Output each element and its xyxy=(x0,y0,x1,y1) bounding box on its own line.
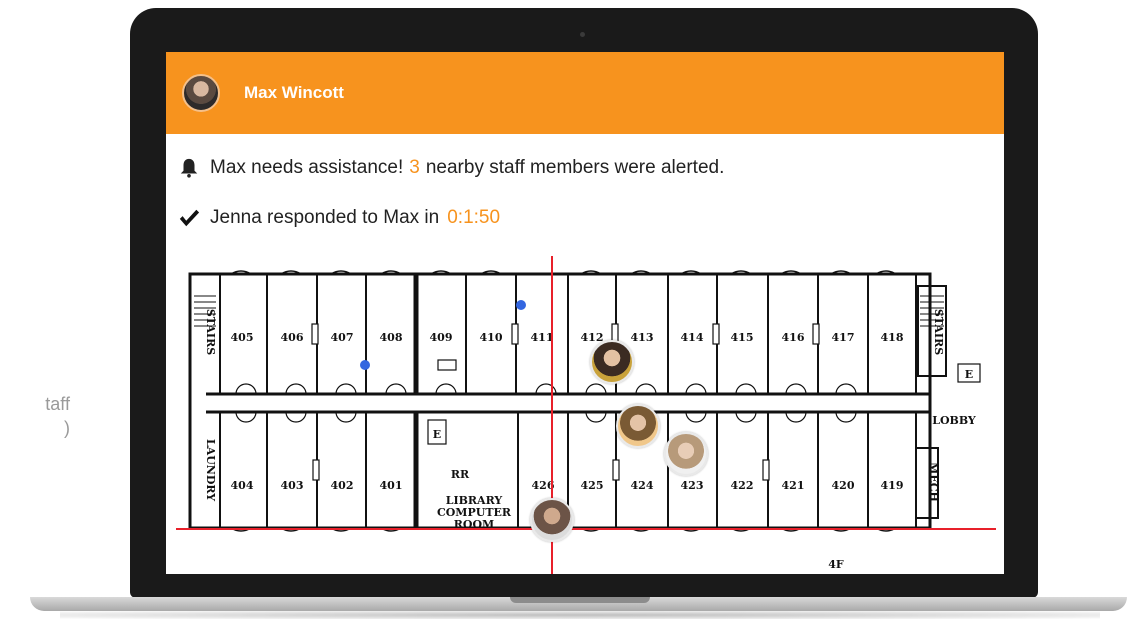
camera-icon xyxy=(580,32,585,37)
elevator-left-label: E xyxy=(433,428,441,441)
staff-avatar-pin[interactable] xyxy=(590,340,634,384)
room-411[interactable]: 411 xyxy=(531,331,554,344)
alert-count: 3 xyxy=(409,157,420,178)
room-414[interactable]: 414 xyxy=(681,331,704,344)
floor-label: 4F xyxy=(828,558,844,571)
response-text: Jenna responded to Max in xyxy=(210,207,440,228)
resident-avatar-pin[interactable] xyxy=(530,498,574,542)
room-420[interactable]: 420 xyxy=(832,479,855,492)
laptop-screen: Max Wincott Max needs assistance! 3 near… xyxy=(166,52,1004,574)
user-name: Max Wincott xyxy=(244,83,344,102)
lobby-label: LOBBY xyxy=(932,414,976,427)
room-405[interactable]: 405 xyxy=(231,331,254,344)
room-408[interactable]: 408 xyxy=(380,331,403,344)
location-marker[interactable] xyxy=(516,300,526,310)
laptop-lid: Max Wincott Max needs assistance! 3 near… xyxy=(130,8,1038,598)
laptop-shadow xyxy=(60,611,1100,619)
stairs-left-label: STAIRS xyxy=(204,309,217,355)
location-marker[interactable] xyxy=(360,360,370,370)
room-413[interactable]: 413 xyxy=(631,331,654,344)
mech-label: MECH xyxy=(927,462,940,502)
bell-icon xyxy=(180,158,198,178)
room-419[interactable]: 419 xyxy=(881,479,904,492)
room-415[interactable]: 415 xyxy=(731,331,754,344)
elevator-right-label: E xyxy=(965,368,973,381)
room-422[interactable]: 422 xyxy=(731,479,754,492)
room-416[interactable]: 416 xyxy=(782,331,805,344)
floor-plan-map: 405 406 407 408 409 410 411 412 413 414 … xyxy=(176,256,996,574)
laptop-base xyxy=(30,597,1127,611)
caption-line-1: taff xyxy=(45,394,70,414)
background-caption: taff ) xyxy=(0,392,70,440)
response-message: Jenna responded to Max in 0:1:50 xyxy=(178,207,506,229)
room-407[interactable]: 407 xyxy=(331,331,354,344)
alert-suffix: nearby staff members were alerted. xyxy=(425,157,725,178)
room-425[interactable]: 425 xyxy=(581,479,604,492)
checkmark-icon xyxy=(179,209,200,227)
laptop-notch xyxy=(510,597,650,603)
room-410[interactable]: 410 xyxy=(480,331,503,344)
room-421[interactable]: 421 xyxy=(782,479,805,492)
staff-avatar-pin[interactable] xyxy=(664,432,708,476)
room-404[interactable]: 404 xyxy=(231,479,254,492)
restroom-label: RR xyxy=(451,468,470,481)
room-402[interactable]: 402 xyxy=(331,479,354,492)
room-406[interactable]: 406 xyxy=(281,331,304,344)
alert-prefix: Max needs assistance! xyxy=(210,157,404,178)
room-417[interactable]: 417 xyxy=(832,331,855,344)
room-409[interactable]: 409 xyxy=(430,331,453,344)
app-header: Max Wincott xyxy=(166,52,1004,134)
stairs-right-label: STAIRS xyxy=(932,309,945,355)
room-403[interactable]: 403 xyxy=(281,479,304,492)
alert-message: Max needs assistance! 3 nearby staff mem… xyxy=(178,157,724,179)
room-424[interactable]: 424 xyxy=(631,479,654,492)
room-423[interactable]: 423 xyxy=(681,479,704,492)
room-401[interactable]: 401 xyxy=(380,479,403,492)
response-time: 0:1:50 xyxy=(447,207,501,228)
floor-plan: 405 406 407 408 409 410 411 412 413 414 … xyxy=(176,252,996,574)
caption-line-2: ) xyxy=(64,418,70,438)
laundry-label: LAUNDRY xyxy=(204,439,217,501)
room-418[interactable]: 418 xyxy=(881,331,904,344)
staff-avatar-pin[interactable] xyxy=(616,404,660,448)
user-avatar[interactable] xyxy=(182,74,220,112)
